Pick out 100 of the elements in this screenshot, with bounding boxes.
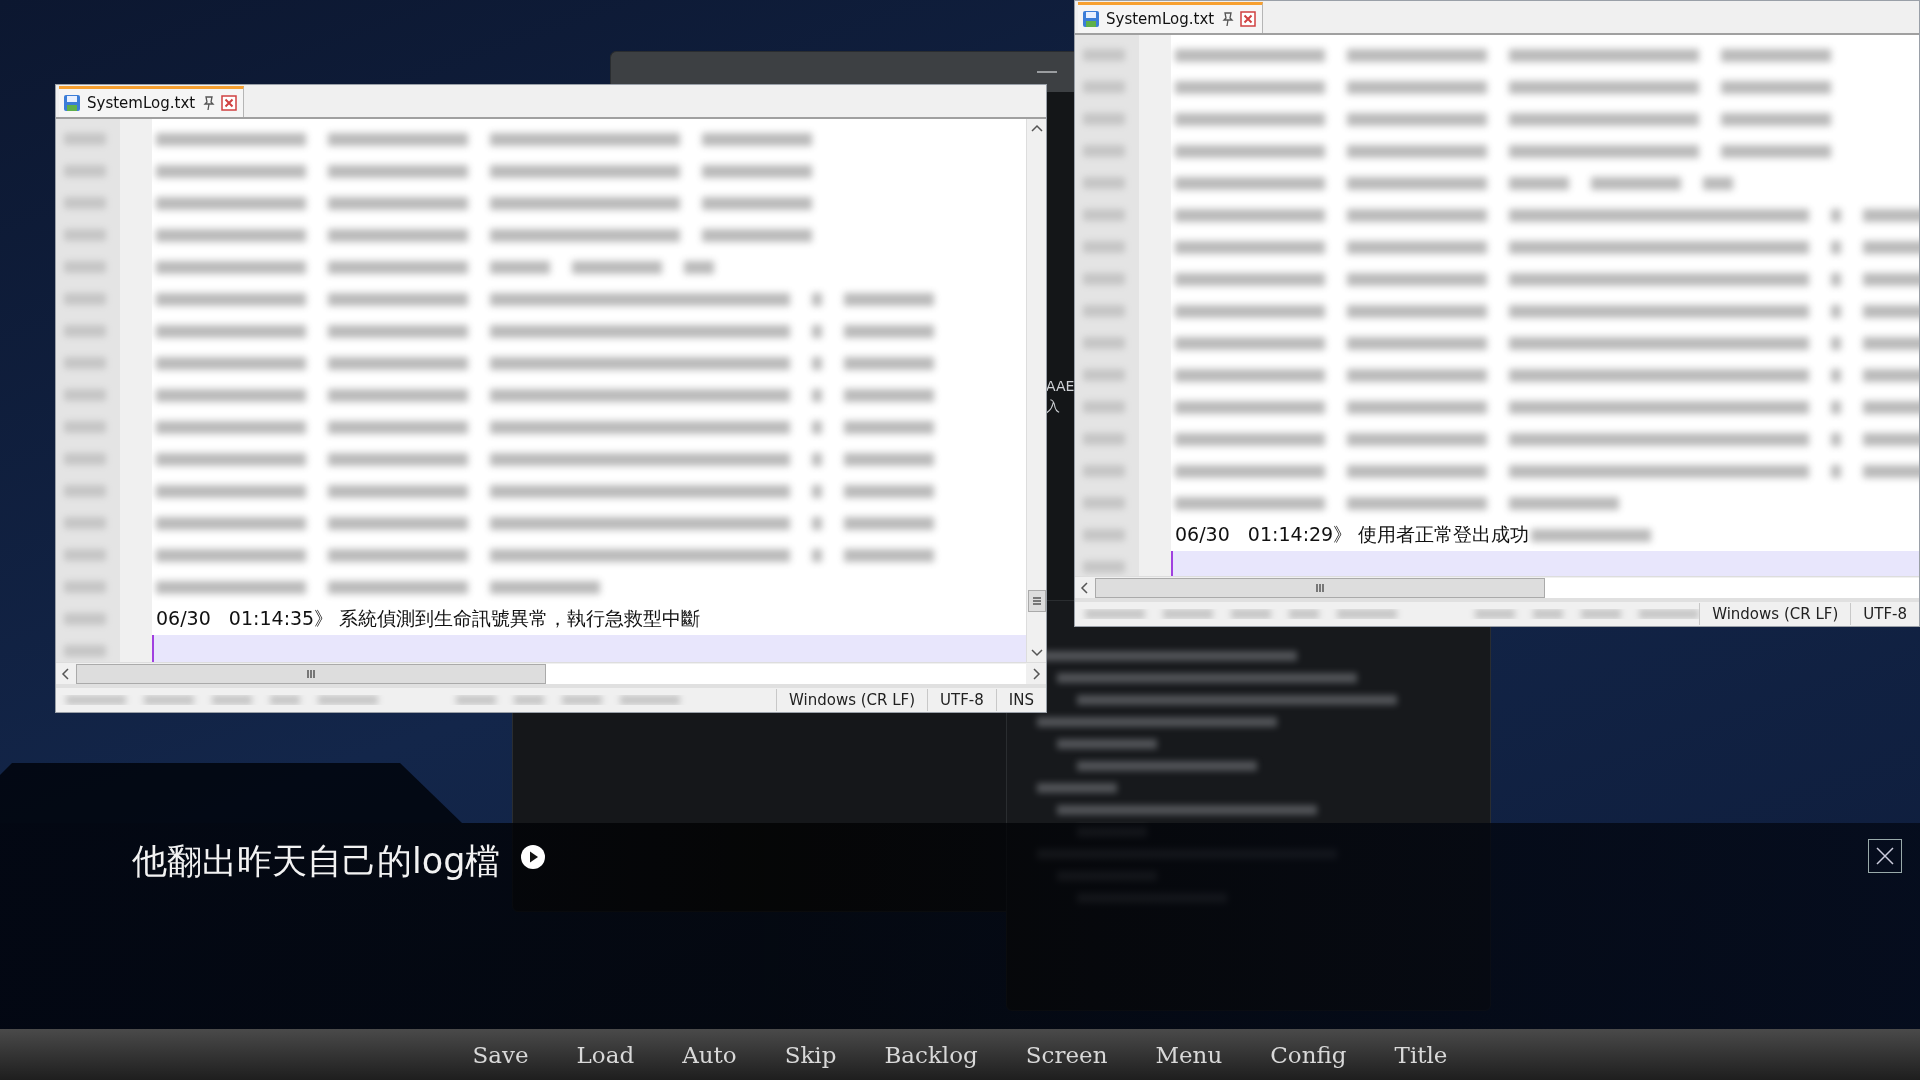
blurred-text: [620, 695, 680, 705]
text-cursor: [1171, 551, 1173, 576]
blurred-text: [812, 452, 822, 466]
blurred-text: [490, 260, 550, 274]
menu-button[interactable]: Auto: [658, 1041, 761, 1068]
menu-button[interactable]: Save: [448, 1041, 553, 1068]
file-tab[interactable]: SystemLog.txt: [1078, 2, 1264, 33]
blurred-text: [64, 293, 106, 305]
blurred-text: [1083, 433, 1125, 445]
file-tab[interactable]: SystemLog.txt: [59, 86, 245, 117]
menu-button[interactable]: Load: [552, 1041, 659, 1068]
close-icon[interactable]: [221, 95, 238, 111]
blurred-text: [1083, 81, 1125, 93]
dialog-text: 他翻出昨天自己的log檔: [132, 840, 501, 883]
blurred-text: [1083, 529, 1125, 541]
close-button[interactable]: [1868, 839, 1902, 873]
blurred-text: [64, 165, 106, 177]
blurred-text: [812, 484, 822, 498]
blurred-text: [1703, 176, 1733, 190]
play-icon[interactable]: [520, 844, 547, 870]
blurred-text: [64, 485, 106, 497]
blurred-text: [64, 549, 106, 561]
blurred-text: [1083, 113, 1125, 125]
blurred-text: [812, 324, 822, 338]
text-fragment: 入: [1046, 397, 1061, 416]
blurred-text: [1581, 609, 1621, 619]
blurred-text: [1083, 401, 1125, 413]
scroll-thumb[interactable]: [76, 663, 546, 684]
blurred-text: [144, 695, 194, 705]
menu-button[interactable]: Backlog: [860, 1041, 1002, 1068]
blurred-text: [1083, 369, 1125, 381]
blurred-text: [1083, 465, 1125, 477]
blurred-text: [1509, 176, 1569, 190]
blurred-text: [1083, 209, 1125, 221]
log-line: 06/30 01:14:29》 使用者正常登出成功: [1175, 522, 1530, 547]
blurred-text: [64, 581, 106, 593]
blurred-text: [1831, 336, 1841, 350]
scroll-thumb[interactable]: [1095, 577, 1545, 598]
blurred-text: [1289, 609, 1319, 619]
blurred-text: [812, 356, 822, 370]
menu-button[interactable]: Title: [1370, 1041, 1472, 1068]
pin-icon[interactable]: [201, 95, 216, 111]
blurred-text: [812, 548, 822, 562]
blurred-text: [66, 695, 126, 705]
pin-icon[interactable]: [1220, 11, 1235, 27]
blurred-text: [1831, 368, 1841, 382]
blurred-text: [64, 325, 106, 337]
horizontal-scrollbar[interactable]: [56, 662, 1046, 684]
blurred-text: [270, 695, 300, 705]
blurred-text: [1831, 272, 1841, 286]
text-cursor: [152, 635, 154, 662]
blurred-text: [1083, 241, 1125, 253]
blurred-text: [1831, 432, 1841, 446]
vertical-scrollbar[interactable]: [1026, 119, 1046, 662]
blurred-text: [456, 695, 496, 705]
blurred-text: [1831, 208, 1841, 222]
log-line: 06/30 01:14:35》 系統偵測到生命訊號異常，執行急救型中斷: [156, 606, 701, 631]
blurred-text: [1083, 177, 1125, 189]
save-icon: [1082, 10, 1100, 28]
blurred-text: [1083, 561, 1125, 573]
blurred-text: [1231, 609, 1271, 619]
blurred-text: [1083, 145, 1125, 157]
blurred-text: [212, 695, 252, 705]
blurred-text: [1083, 305, 1125, 317]
menu-button[interactable]: Screen: [1001, 1041, 1132, 1068]
blurred-text: [1831, 304, 1841, 318]
blurred-text: [812, 516, 822, 530]
blurred-text: [1163, 609, 1213, 619]
blurred-text: [64, 229, 106, 241]
blurred-text: [1831, 240, 1841, 254]
blurred-text: [1083, 273, 1125, 285]
blurred-text: [684, 260, 714, 274]
grip-icon: [1030, 595, 1043, 607]
blurred-text: [1533, 609, 1563, 619]
menu-button[interactable]: Menu: [1131, 1041, 1247, 1068]
blurred-text: [64, 389, 106, 401]
blurred-text: [1083, 497, 1125, 509]
status-text: UTF-8: [927, 689, 996, 711]
blurred-text: [1083, 49, 1125, 61]
blurred-text: [1083, 337, 1125, 349]
blurred-text: [1475, 609, 1515, 619]
blurred-text: [64, 421, 106, 433]
blurred-text: [64, 133, 106, 145]
blurred-text: [1831, 400, 1841, 414]
horizontal-scrollbar[interactable]: [1075, 576, 1919, 598]
blurred-text: [64, 197, 106, 209]
save-icon: [63, 94, 81, 112]
scroll-thumb[interactable]: [1027, 590, 1046, 612]
menu-button[interactable]: Skip: [760, 1041, 861, 1068]
blurred-text: [64, 453, 106, 465]
menu-button[interactable]: Config: [1246, 1041, 1371, 1068]
blurred-text: [812, 420, 822, 434]
blurred-text: [1085, 609, 1145, 619]
blurred-text: [514, 695, 544, 705]
close-icon[interactable]: [1240, 11, 1257, 27]
blurred-text: [64, 357, 106, 369]
blurred-text: [64, 261, 106, 273]
close-icon: [1874, 845, 1896, 867]
blurred-text: [562, 695, 602, 705]
blurred-text: [64, 613, 106, 625]
